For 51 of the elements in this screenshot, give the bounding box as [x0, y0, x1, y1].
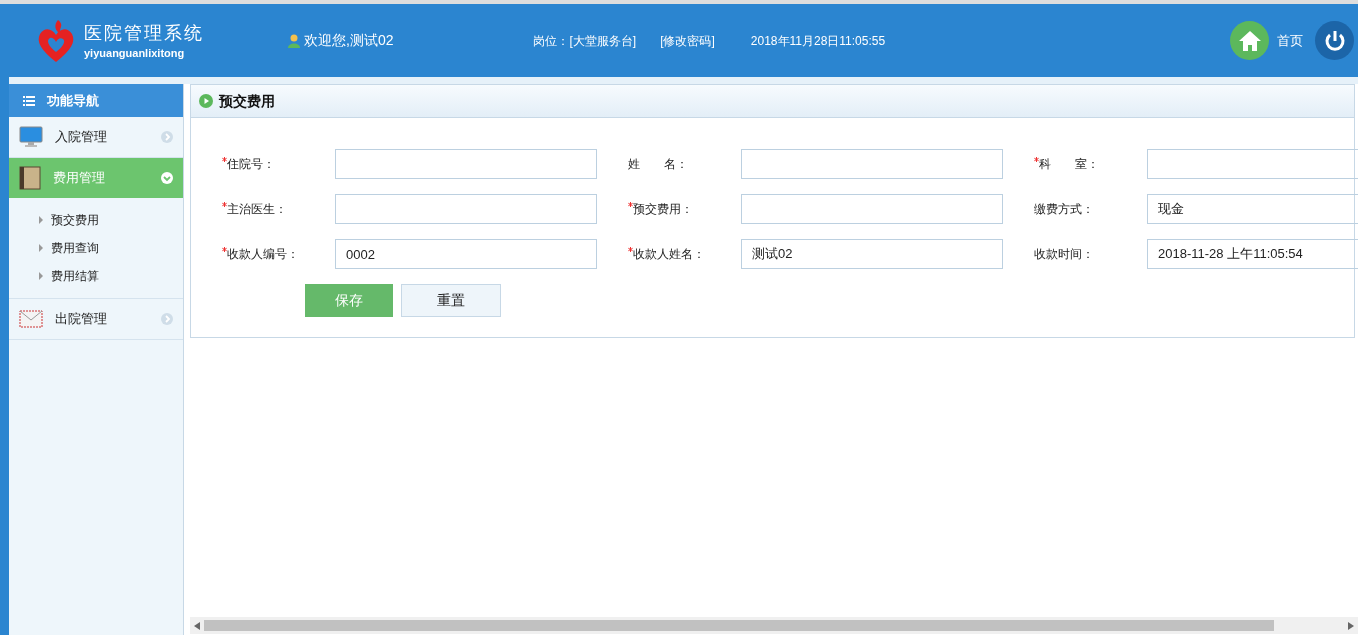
- book-icon: [19, 166, 41, 190]
- nav-subitem[interactable]: 预交费用: [9, 206, 183, 234]
- horizontal-scrollbar[interactable]: [190, 617, 1358, 634]
- chevron-right-icon: [161, 131, 173, 143]
- nav-subitem[interactable]: 费用结算: [9, 262, 183, 290]
- field-label: 收款时间：: [1034, 246, 1094, 263]
- power-icon[interactable]: [1315, 21, 1354, 60]
- home-link[interactable]: 首页: [1277, 30, 1303, 51]
- panel-title: 预交费用: [219, 91, 275, 111]
- field-label: 姓 名：: [628, 156, 688, 173]
- input-field[interactable]: [1147, 149, 1358, 179]
- input-field[interactable]: [335, 149, 597, 179]
- nav-subitem[interactable]: 费用查询: [9, 234, 183, 262]
- user-icon: [288, 33, 300, 48]
- triangle-icon: [39, 216, 43, 224]
- input-field[interactable]: 测试02: [741, 239, 1003, 269]
- home-icon[interactable]: [1230, 21, 1269, 60]
- field-label: 住院号：: [227, 156, 275, 173]
- position-text: 岗位：[大堂服务台]: [533, 32, 637, 50]
- field-label: 预交费用：: [633, 201, 693, 218]
- input-field[interactable]: [335, 194, 597, 224]
- sidebar-title: 功能导航: [47, 91, 99, 110]
- triangle-icon: [39, 244, 43, 252]
- reset-button[interactable]: 重置: [401, 284, 501, 317]
- field-label: 收款人编号：: [227, 246, 299, 263]
- field-label: 主治医生：: [227, 201, 287, 218]
- monitor-icon: [19, 126, 43, 148]
- input-field[interactable]: 0002: [335, 239, 597, 269]
- field-label: 缴费方式：: [1034, 201, 1094, 218]
- chevron-right-icon: [161, 313, 173, 325]
- change-password-link[interactable]: [修改密码]: [660, 31, 715, 50]
- field-label: 收款人姓名：: [633, 246, 705, 263]
- triangle-icon: [39, 272, 43, 280]
- list-icon: [23, 95, 35, 106]
- scroll-left-icon[interactable]: [194, 621, 200, 630]
- chevron-down-icon: [161, 172, 173, 184]
- input-field[interactable]: [741, 149, 1003, 179]
- logo-subtitle: yiyuanguanlixitong: [84, 45, 186, 61]
- scroll-right-icon[interactable]: [1348, 621, 1354, 630]
- nav-item[interactable]: 出院管理: [9, 299, 183, 339]
- input-field[interactable]: 现金: [1147, 194, 1358, 224]
- input-field[interactable]: [741, 194, 1003, 224]
- nav-item[interactable]: 入院管理: [9, 117, 183, 157]
- play-icon: [199, 94, 213, 108]
- field-label: 科 室：: [1039, 156, 1099, 173]
- logo-title: 医院管理系统: [84, 20, 204, 45]
- datetime-text: 2018年11月28日11:05:55: [750, 32, 886, 50]
- envelope-icon: [19, 310, 43, 328]
- welcome-text: 欢迎您,测试02: [304, 31, 394, 50]
- input-field[interactable]: 2018-11-28 上午11:05:54: [1147, 239, 1358, 269]
- heart-flame-logo-icon: [36, 17, 76, 64]
